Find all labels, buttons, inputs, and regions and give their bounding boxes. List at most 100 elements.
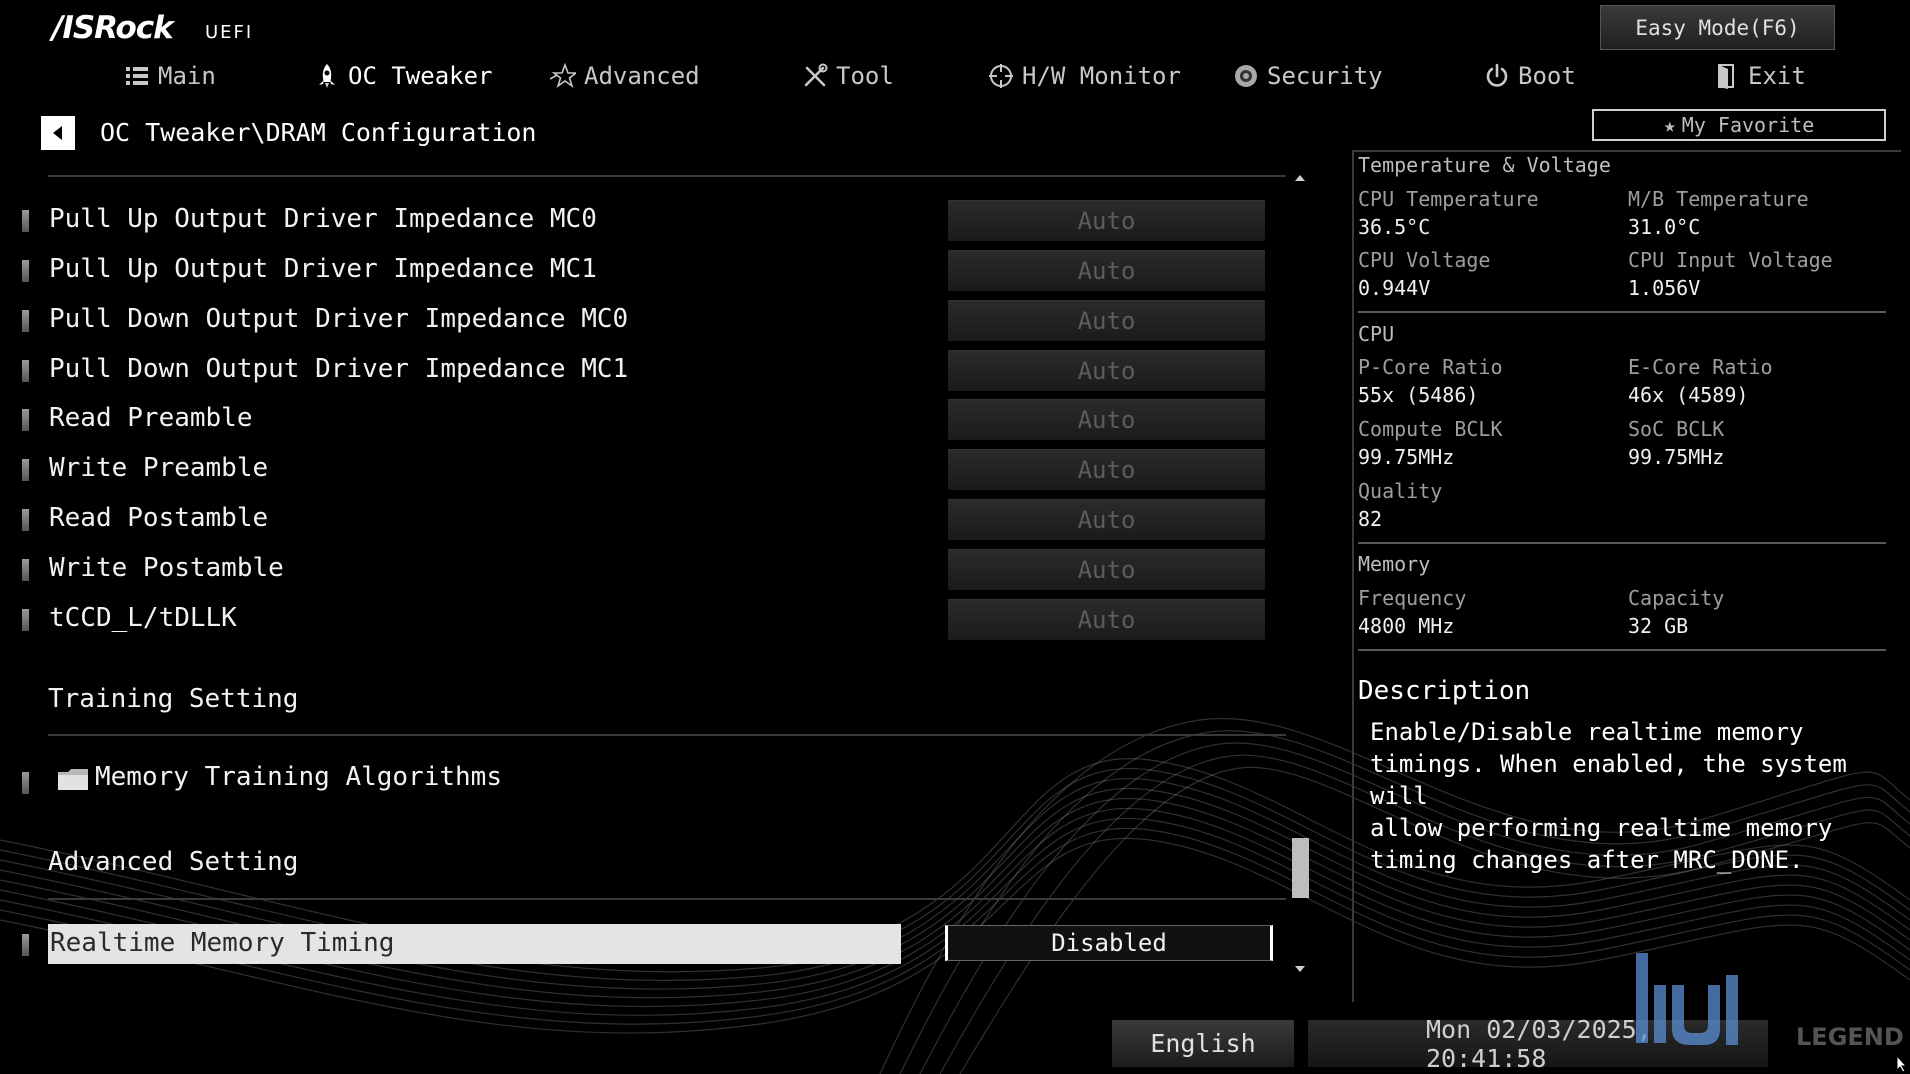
- folder-icon: [58, 769, 88, 790]
- mouse-cursor-icon: [1896, 1055, 1908, 1073]
- setting-row[interactable]: Write Preamble Auto: [20, 447, 1275, 491]
- pcore-ratio-label: P-Core Ratio: [1358, 355, 1503, 379]
- frequency-value: 4800 MHz: [1358, 614, 1455, 638]
- memory-training-algorithms-item[interactable]: Memory Training Algorithms: [20, 760, 1220, 802]
- my-favorite-label: My Favorite: [1681, 113, 1815, 137]
- setting-label: Pull Down Output Driver Impedance MC1: [49, 354, 629, 384]
- star-icon: ★: [1663, 113, 1676, 137]
- setting-value[interactable]: Auto: [948, 599, 1265, 640]
- legend-watermark-logo: LEGEND: [1636, 953, 1904, 1051]
- row-bullet: [22, 310, 29, 332]
- setting-row[interactable]: tCCD_L/tDLLK Auto: [20, 597, 1275, 641]
- memory-section-title: Memory: [1358, 552, 1431, 576]
- temp-voltage-title: Temperature & Voltage: [1358, 153, 1611, 177]
- language-button[interactable]: English: [1112, 1020, 1294, 1067]
- soc-bclk-value: 99.75MHz: [1628, 445, 1725, 469]
- setting-row[interactable]: Write Postamble Auto: [20, 547, 1275, 591]
- setting-label: Pull Down Output Driver Impedance MC0: [49, 304, 629, 334]
- setting-value[interactable]: Auto: [948, 499, 1265, 540]
- setting-label: Write Preamble: [49, 453, 269, 483]
- cpu-input-voltage-value: 1.056V: [1628, 276, 1701, 300]
- tab-hw-monitor[interactable]: H/W Monitor: [988, 58, 1181, 94]
- tab-main[interactable]: Main: [124, 58, 216, 94]
- description-text: Enable/Disable realtime memory timings. …: [1370, 718, 1847, 874]
- setting-value[interactable]: Auto: [948, 300, 1265, 341]
- tab-oc-tweaker[interactable]: OC Tweaker: [314, 58, 493, 94]
- row-bullet: [22, 409, 29, 431]
- setting-value[interactable]: Auto: [948, 549, 1265, 590]
- scroll-up-arrow-icon[interactable]: [1292, 171, 1308, 185]
- breadcrumb: OC Tweaker\DRAM Configuration: [100, 118, 537, 147]
- setting-label: Read Postamble: [49, 503, 269, 533]
- tab-tool[interactable]: Tool: [802, 58, 894, 94]
- setting-row[interactable]: Pull Down Output Driver Impedance MC1 Au…: [20, 348, 1275, 392]
- scrollbar-thumb[interactable]: [1292, 838, 1309, 898]
- row-bullet: [22, 260, 29, 282]
- tab-label: Exit: [1748, 62, 1806, 90]
- soc-bclk-label: SoC BCLK: [1628, 417, 1725, 441]
- setting-label: Read Preamble: [49, 403, 253, 433]
- row-bullet: [22, 459, 29, 481]
- panel-divider: [1358, 311, 1886, 313]
- row-bullet: [22, 609, 29, 631]
- setting-value[interactable]: Auto: [948, 350, 1265, 391]
- section-training-setting: Training Setting: [48, 684, 299, 714]
- tab-label: Security: [1267, 62, 1383, 90]
- setting-row[interactable]: Read Postamble Auto: [20, 497, 1275, 541]
- tab-label: Main: [158, 62, 216, 90]
- uefi-logo-text: UEFI: [205, 22, 254, 43]
- capacity-value: 32 GB: [1628, 614, 1689, 638]
- setting-row[interactable]: Pull Up Output Driver Impedance MC1 Auto: [20, 248, 1275, 292]
- tab-label: Advanced: [584, 62, 700, 90]
- my-favorite-button[interactable]: ★ My Favorite: [1592, 109, 1886, 141]
- setting-value[interactable]: Auto: [948, 449, 1265, 490]
- setting-value[interactable]: Auto: [948, 200, 1265, 241]
- setting-label: tCCD_L/tDLLK: [49, 603, 237, 633]
- row-bullet: [22, 934, 29, 956]
- power-icon: [1486, 63, 1508, 87]
- setting-label: Realtime Memory Timing: [50, 928, 395, 958]
- capacity-label: Capacity: [1628, 586, 1725, 610]
- row-bullet: [22, 210, 29, 232]
- compute-bclk-label: Compute BCLK: [1358, 417, 1503, 441]
- crosshair-icon: [989, 64, 1013, 88]
- setting-value[interactable]: Auto: [948, 399, 1265, 440]
- frequency-label: Frequency: [1358, 586, 1467, 610]
- cpu-section-title: CPU: [1358, 322, 1395, 346]
- mb-temp-label: M/B Temperature: [1628, 187, 1809, 211]
- watermark-text: LEGEND: [1796, 1023, 1904, 1051]
- realtime-memory-timing-select[interactable]: Disabled: [945, 925, 1273, 961]
- setting-label: Write Postamble: [49, 553, 284, 583]
- back-arrow-icon: [53, 126, 62, 140]
- cpu-temp-value: 36.5°C: [1358, 215, 1431, 239]
- tab-boot[interactable]: Boot: [1484, 58, 1576, 94]
- section-divider: [48, 898, 1286, 900]
- tab-exit[interactable]: Exit: [1714, 58, 1806, 94]
- rocket-icon: [319, 64, 335, 88]
- back-button[interactable]: [41, 116, 75, 150]
- folder-item-label: Memory Training Algorithms: [95, 762, 502, 792]
- cpu-voltage-label: CPU Voltage: [1358, 248, 1491, 272]
- easy-mode-button[interactable]: Easy Mode(F6): [1600, 5, 1835, 50]
- row-bullet: [22, 559, 29, 581]
- scroll-down-arrow-icon[interactable]: [1292, 962, 1308, 976]
- setting-row[interactable]: Pull Down Output Driver Impedance MC0 Au…: [20, 298, 1275, 342]
- row-bullet: [22, 772, 29, 794]
- section-divider: [48, 734, 1286, 736]
- tab-label: H/W Monitor: [1022, 62, 1181, 90]
- setting-value[interactable]: Auto: [948, 250, 1265, 291]
- asrock-logo: /ISRock: [52, 10, 174, 46]
- setting-row[interactable]: Read Preamble Auto: [20, 397, 1275, 441]
- setting-row[interactable]: Pull Up Output Driver Impedance MC0 Auto: [20, 198, 1275, 242]
- panel-divider: [1358, 542, 1886, 544]
- compute-bclk-value: 99.75MHz: [1358, 445, 1455, 469]
- list-icon: [126, 67, 148, 85]
- cpu-voltage-value: 0.944V: [1358, 276, 1431, 300]
- tab-advanced[interactable]: Advanced: [550, 58, 700, 94]
- wrench-icon: [804, 63, 828, 87]
- quality-value: 82: [1358, 507, 1383, 531]
- row-bullet: [22, 360, 29, 382]
- tab-security[interactable]: Security: [1233, 58, 1383, 94]
- shield-icon: [1235, 65, 1257, 87]
- realtime-memory-timing-row[interactable]: Realtime Memory Timing Disabled: [20, 922, 1275, 966]
